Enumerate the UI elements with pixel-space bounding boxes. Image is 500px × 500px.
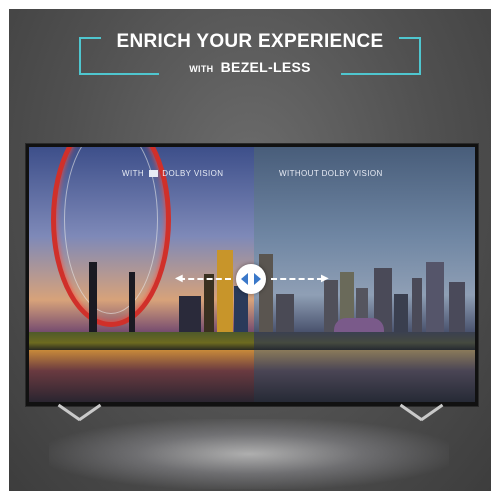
arrow-right-head-icon: ▶ <box>321 273 329 284</box>
headline-subtitle-main: BEZEL-LESS <box>220 59 311 75</box>
headline-subtitle-prefix: WITH <box>189 64 214 74</box>
skyline-right <box>254 222 475 332</box>
arrow-left-head-icon: ◀ <box>175 273 183 284</box>
with-label-prefix: WITH <box>122 169 145 178</box>
dolby-logo-icon <box>148 170 158 177</box>
skyline-left <box>29 222 254 332</box>
shore-left <box>29 332 254 350</box>
headline: ENRICH YOUR EXPERIENCE WITH BEZEL-LESS <box>9 31 491 75</box>
product-banner: ENRICH YOUR EXPERIENCE WITH BEZEL-LESS W… <box>9 9 491 491</box>
with-dolby-vision-label: WITH DOLBY VISION <box>122 169 223 178</box>
left-right-arrows-icon <box>241 273 261 285</box>
dolby-vision-brand: DOLBY VISION <box>162 169 224 178</box>
shore-right <box>254 332 475 350</box>
compare-arrow-left-line <box>179 278 231 280</box>
tv-screen: WITH DOLBY VISION WITHOUT DOLBY VISION ◀… <box>29 147 475 402</box>
dolby-vision-side <box>29 147 254 402</box>
floor-light-glow <box>49 419 449 489</box>
water-reflection-left <box>29 350 254 402</box>
tv-frame: WITH DOLBY VISION WITHOUT DOLBY VISION ◀… <box>25 143 479 407</box>
without-dolby-vision-label: WITHOUT DOLBY VISION <box>279 169 383 178</box>
compare-arrow-right-line <box>271 278 323 280</box>
headline-subtitle: WITH BEZEL-LESS <box>9 59 491 75</box>
water-reflection-right <box>254 350 475 402</box>
headline-title: ENRICH YOUR EXPERIENCE <box>116 31 384 52</box>
standard-side <box>254 147 475 402</box>
compare-slider-handle[interactable] <box>236 264 266 294</box>
